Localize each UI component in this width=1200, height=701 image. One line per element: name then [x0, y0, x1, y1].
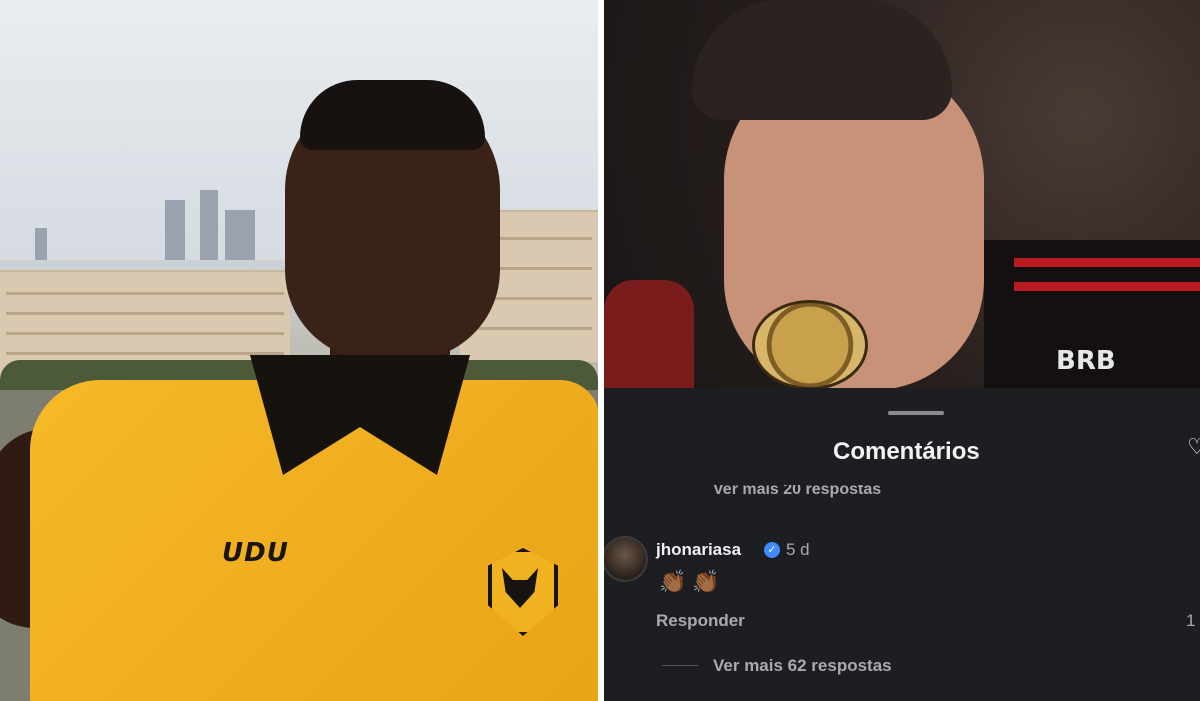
replies-divider-line [662, 665, 698, 666]
skyline-tower [165, 200, 185, 260]
skyline-tower [225, 210, 255, 260]
jersey-sponsor-text: UDU [222, 538, 289, 568]
comment-timestamp: 5 d [786, 540, 810, 559]
verified-badge-icon: ✓ [764, 542, 780, 558]
skyline-tower [35, 228, 47, 260]
medal-icon [752, 300, 868, 390]
view-more-replies-link[interactable]: Ver mais 62 respostas [713, 656, 892, 676]
sheet-drag-handle[interactable] [888, 411, 944, 415]
comments-title: Comentários [833, 438, 980, 465]
view-more-replies-link[interactable]: Ver mais 20 respostas [713, 485, 881, 499]
heart-icon[interactable]: ♡ [1187, 434, 1200, 459]
skyline-tower [200, 190, 218, 260]
crowd-figure [604, 280, 694, 388]
hair [300, 80, 485, 150]
hair [692, 0, 952, 120]
shirt-stripe [1014, 258, 1200, 267]
right-screenshot: BRB Comentários ♡ Ver mais 20 respostas … [604, 0, 1200, 701]
post-photo: BRB [604, 0, 1200, 390]
comment-text: 👏🏾👏🏾 [659, 569, 726, 594]
reply-button[interactable]: Responder [656, 611, 745, 631]
like-count: 1 [1186, 611, 1196, 630]
avatar[interactable] [604, 536, 648, 582]
shirt-stripe [1014, 282, 1200, 291]
comment-username[interactable]: jhonariasa [656, 540, 741, 560]
comments-sheet: Comentários ♡ Ver mais 20 respostas jhon… [604, 388, 1200, 701]
left-photo: UDU [0, 0, 598, 701]
shirt-sponsor-text: BRB [1056, 346, 1116, 376]
